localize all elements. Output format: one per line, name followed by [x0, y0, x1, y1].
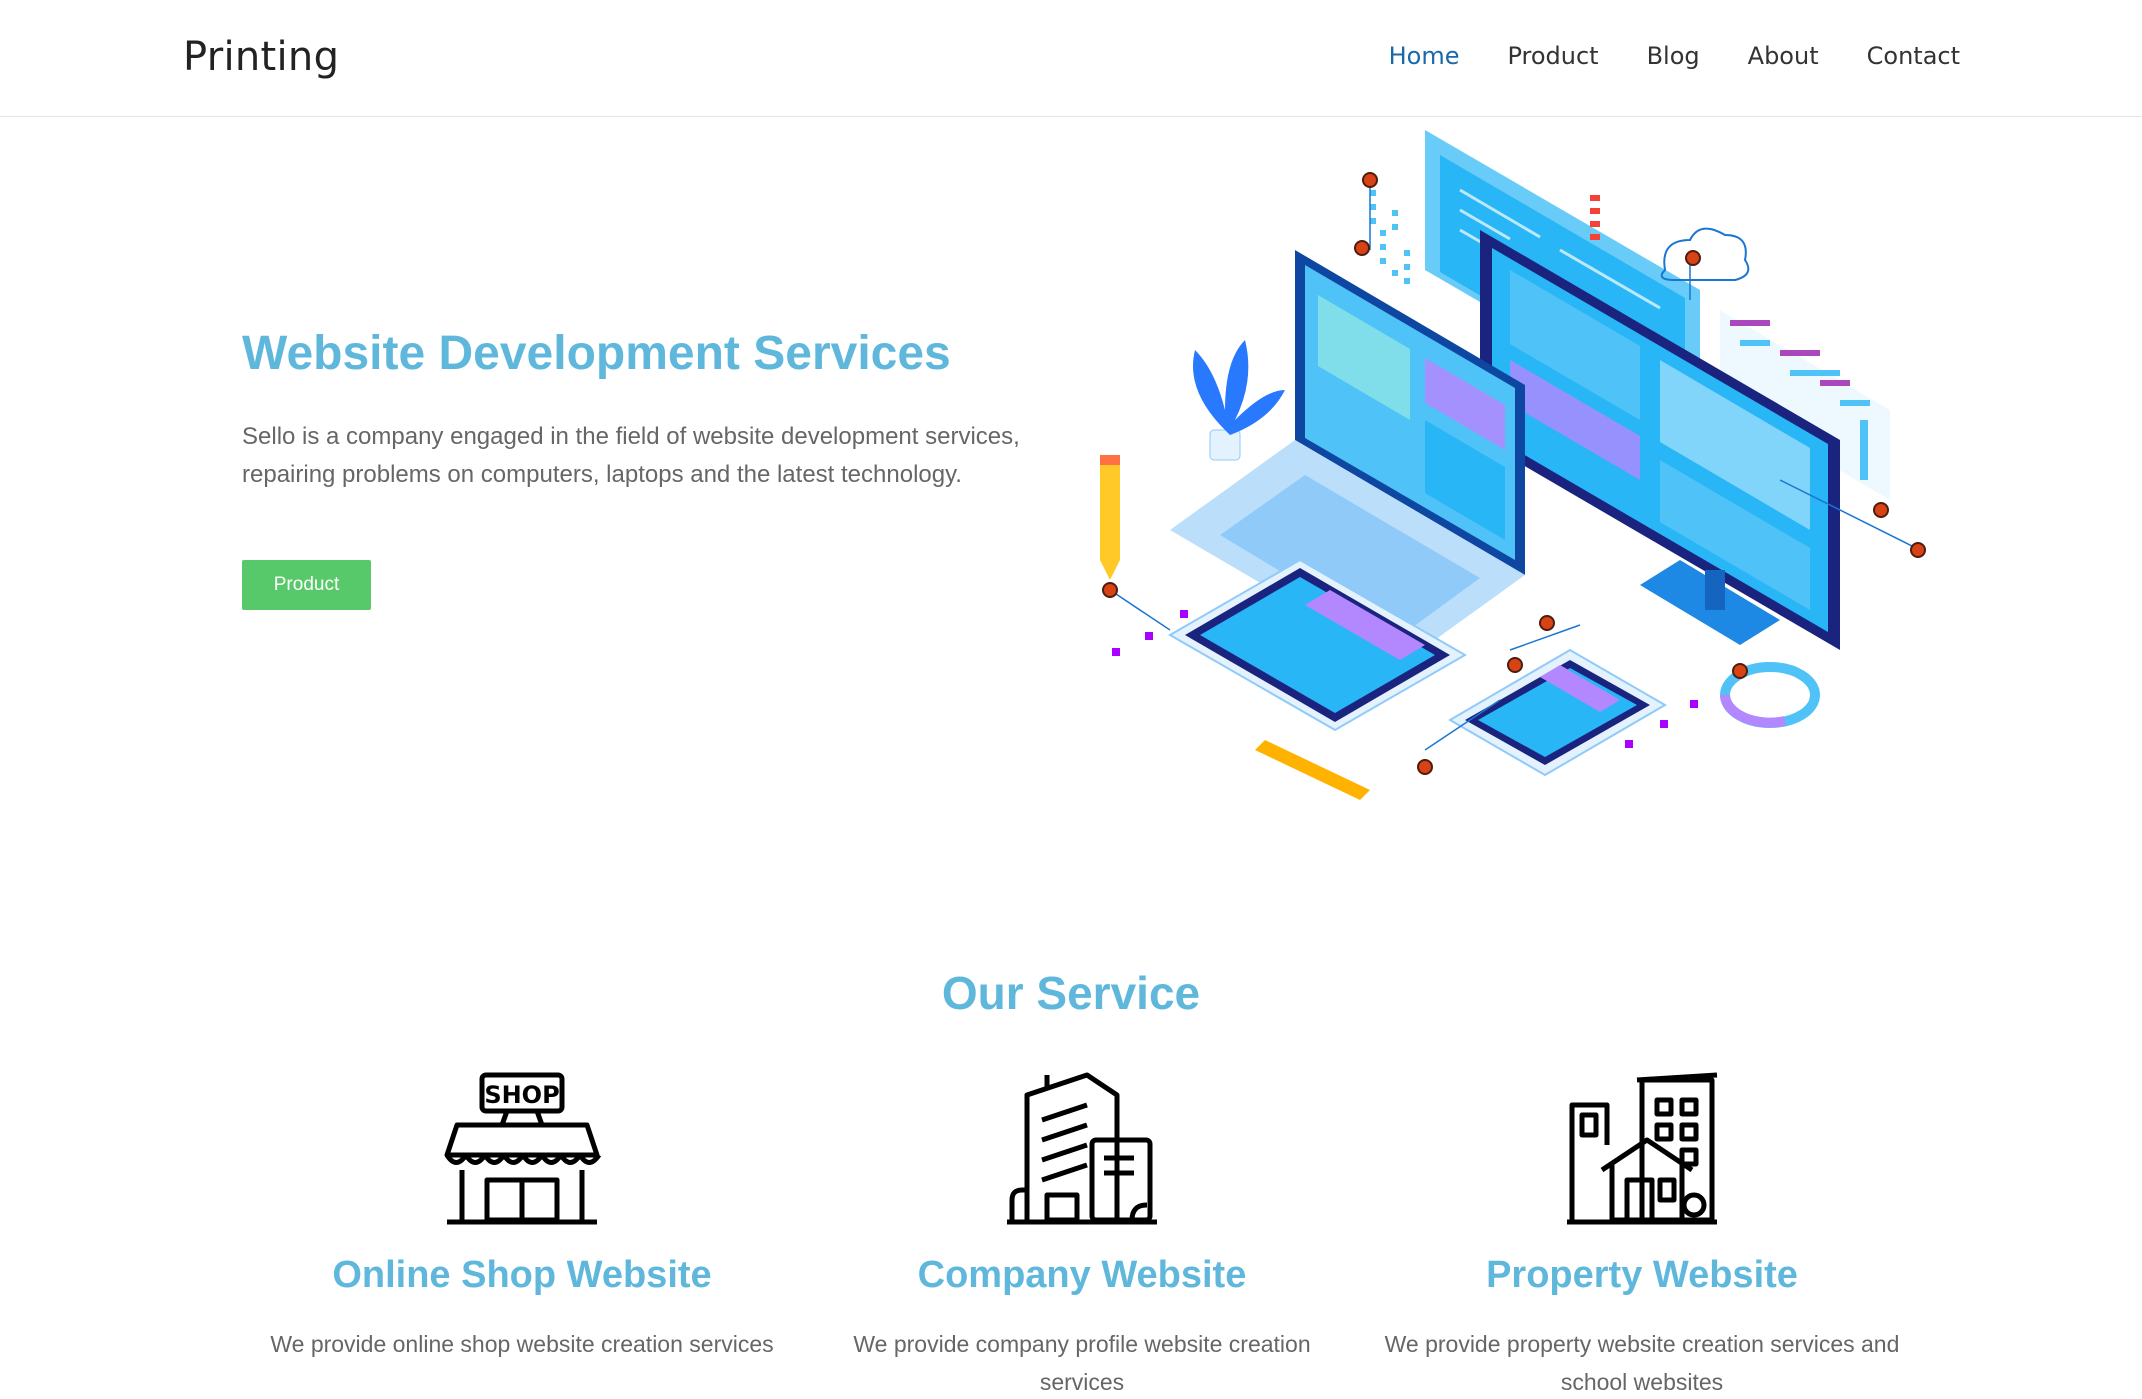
service-card-property: Property Website We provide property web… — [1362, 1070, 1922, 1399]
nav-product[interactable]: Product — [1507, 42, 1598, 70]
property-buildings-icon — [1567, 1072, 1718, 1225]
service-title: Online Shop Website — [332, 1254, 712, 1296]
hero-description: Sello is a company engaged in the field … — [242, 423, 1020, 488]
product-button[interactable]: Product — [242, 560, 371, 610]
svg-text:SHOP: SHOP — [484, 1081, 559, 1109]
shop-icon: SHOP — [444, 1072, 602, 1225]
nav-contact[interactable]: Contact — [1867, 42, 1960, 70]
navbar: Printing Home Product Blog About Contact — [0, 0, 2142, 117]
hero-title: Website Development Services — [242, 327, 951, 380]
nav-blog[interactable]: Blog — [1647, 42, 1700, 70]
nav-about[interactable]: About — [1748, 42, 1819, 70]
isometric-devices-illustration — [1100, 130, 1926, 800]
service-card-online-shop: SHOP Online Shop Website We provide onli… — [242, 1070, 802, 1363]
company-building-icon — [1007, 1072, 1157, 1225]
service-description: We provide online shop website creation … — [270, 1331, 774, 1357]
service-title: Company Website — [917, 1254, 1247, 1296]
services-title: Our Service — [941, 967, 1201, 1019]
service-description: We provide company profile website creat… — [853, 1331, 1311, 1395]
main-nav: Home Product Blog About Contact — [1341, 42, 1960, 70]
service-card-company: Company Website We provide company profi… — [802, 1070, 1362, 1399]
nav-home[interactable]: Home — [1389, 42, 1460, 70]
service-title: Property Website — [1486, 1254, 1798, 1296]
brand-logo[interactable]: Printing — [183, 34, 339, 80]
service-description: We provide property website creation ser… — [1384, 1331, 1900, 1395]
